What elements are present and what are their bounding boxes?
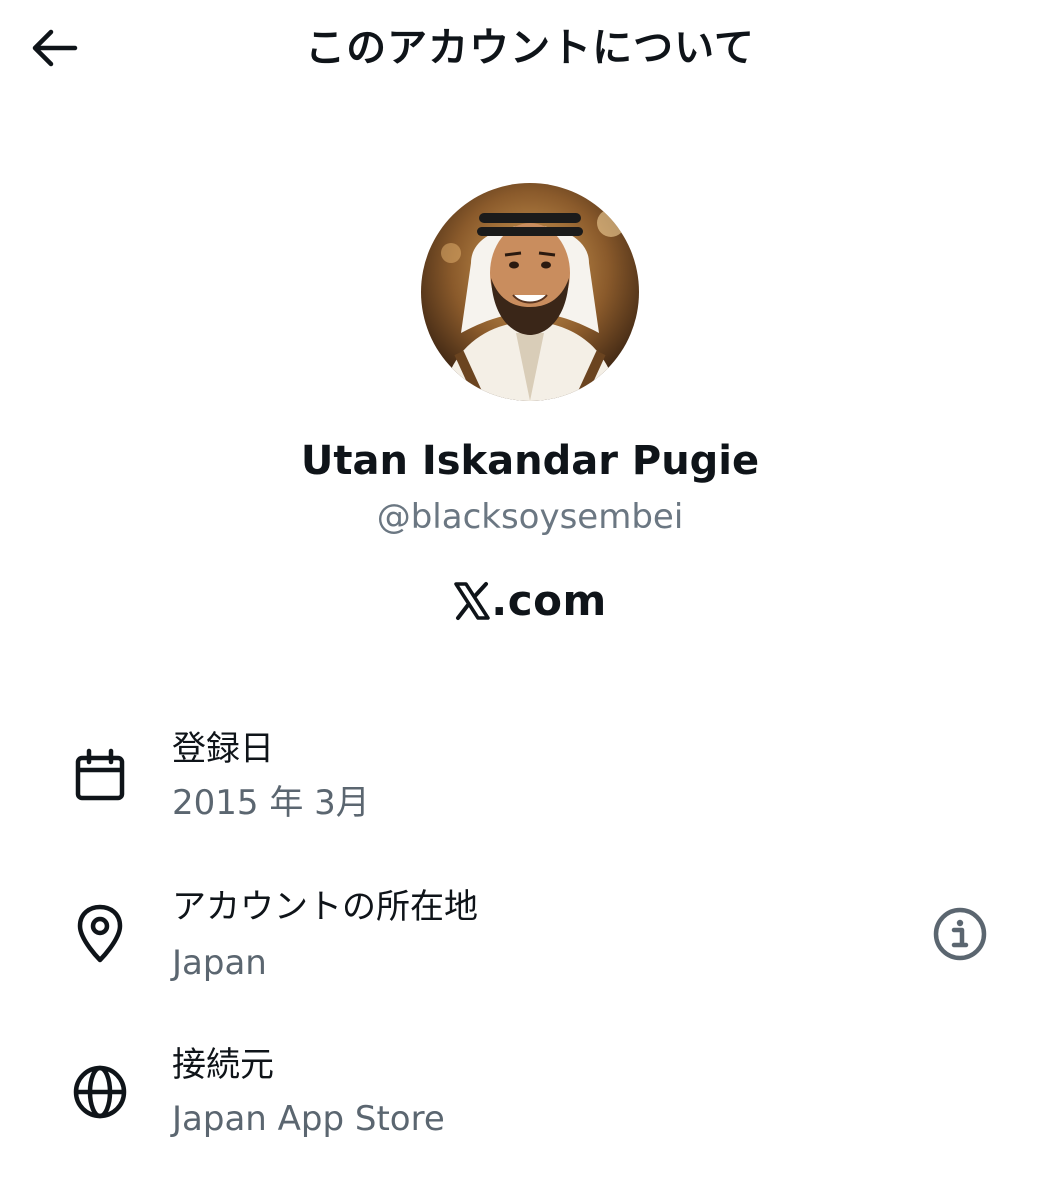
- account-location-row: アカウントの所在地 Japan: [0, 882, 1060, 1002]
- page-title: このアカウントについて: [305, 25, 755, 71]
- connected-via-value: Japan App Store: [172, 1099, 445, 1139]
- calendar-icon: [68, 744, 132, 808]
- joined-date-label: 登録日: [172, 729, 274, 769]
- joined-date-row: 登録日 2015 年 3月: [0, 724, 1060, 844]
- platform-brand: .com: [0, 572, 1060, 630]
- x-logo-icon: [454, 582, 490, 620]
- location-pin-icon: [68, 902, 132, 966]
- username-handle: @blacksoysembei: [376, 497, 684, 537]
- info-icon: [933, 907, 987, 961]
- profile-photo: [421, 183, 639, 401]
- platform-domain-text: .com: [491, 576, 607, 625]
- connected-via-label: 接続元: [172, 1045, 274, 1085]
- display-name: Utan Iskandar Pugie: [300, 438, 760, 484]
- info-button[interactable]: [928, 902, 992, 966]
- account-location-label: アカウントの所在地: [172, 887, 478, 927]
- connected-via-row: 接続元 Japan App Store: [0, 1040, 1060, 1160]
- globe-icon: [68, 1060, 132, 1124]
- joined-date-value: 2015 年 3月: [172, 783, 370, 823]
- account-location-value: Japan: [172, 943, 267, 983]
- avatar[interactable]: [421, 183, 639, 401]
- top-bar: このアカウントについて: [0, 0, 1060, 96]
